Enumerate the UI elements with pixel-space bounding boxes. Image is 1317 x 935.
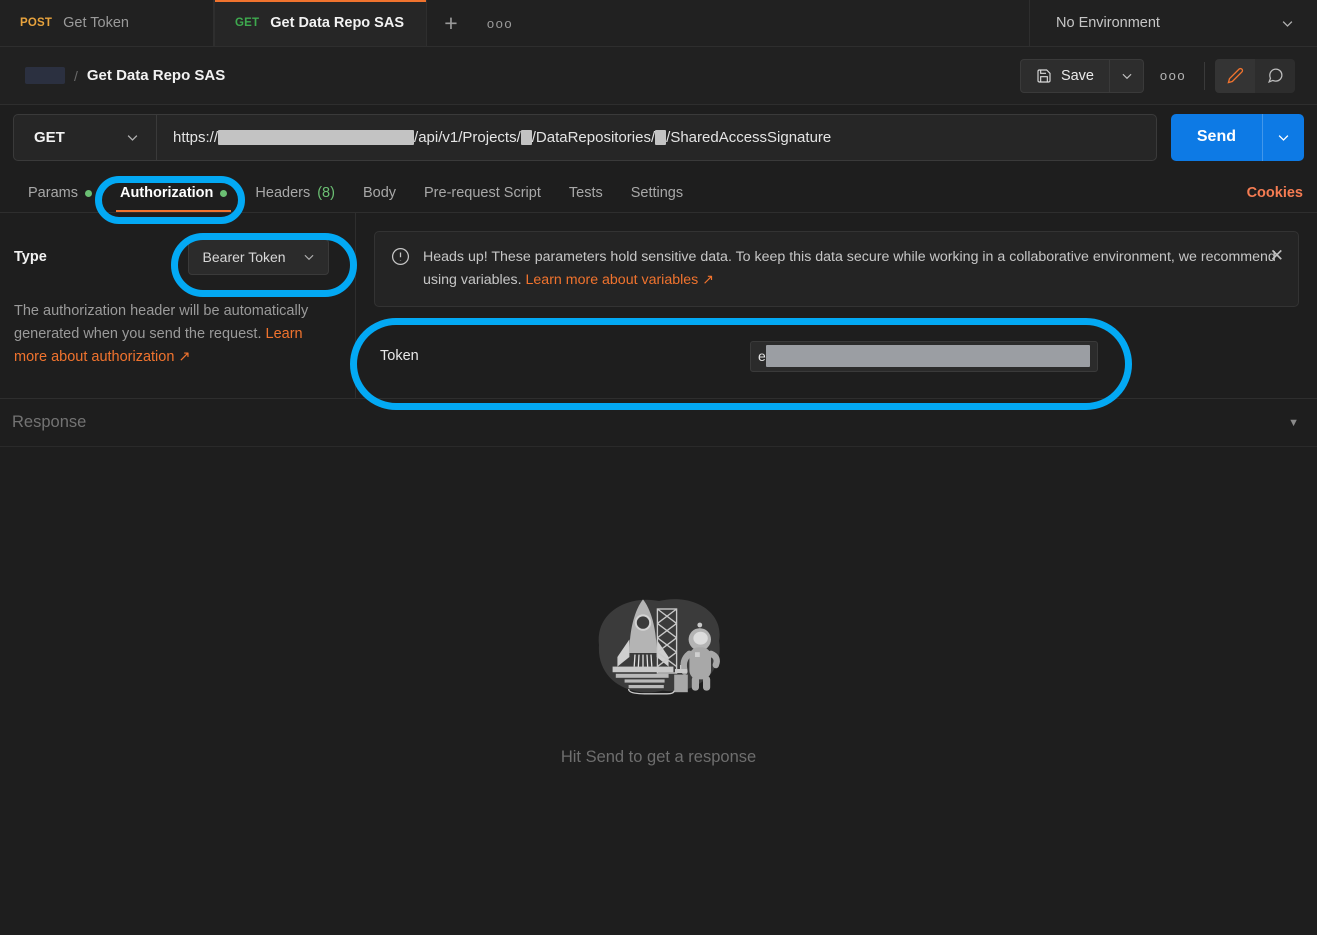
token-value-redacted [765, 345, 1090, 368]
tab-settings-label: Settings [630, 185, 684, 201]
breadcrumb-separator: / [74, 67, 78, 84]
save-options-button[interactable] [1110, 58, 1144, 93]
tab-headers[interactable]: Headers (8) [241, 185, 349, 212]
url-repo-id-redacted [655, 129, 667, 145]
authorization-details-section: Heads up! These parameters hold sensitiv… [356, 213, 1317, 398]
auth-type-value: Bearer Token [202, 249, 286, 265]
environment-selector[interactable]: No Environment [1030, 0, 1317, 46]
floppy-disk-icon [1037, 68, 1051, 83]
header-divider [1204, 61, 1205, 90]
save-button-group: Save [1019, 58, 1144, 93]
request-tabs: Params Authorization Headers (8) Body Pr… [0, 169, 1317, 213]
send-button-label: Send [1196, 128, 1236, 145]
url-text: https:// /api/v1/Projects/ /DataReposito… [173, 129, 831, 146]
http-method-label: GET [34, 128, 65, 146]
comment-icon [1267, 68, 1283, 83]
authorization-modified-dot [220, 189, 228, 197]
edit-request-button[interactable] [1215, 58, 1255, 93]
send-button[interactable]: Send [1170, 113, 1262, 161]
request-tab-get-data-repo-sas[interactable]: GET Get Data Repo SAS [214, 0, 427, 46]
sensitive-data-warning-banner: Heads up! These parameters hold sensitiv… [374, 231, 1299, 308]
response-label: Response [12, 413, 87, 431]
page-title: Get Data Repo SAS [86, 67, 226, 84]
send-button-group: Send [1170, 113, 1304, 161]
comments-button[interactable] [1255, 58, 1295, 93]
breadcrumb-collection-redacted[interactable] [25, 67, 65, 84]
url-path-3: /SharedAccessSignature [666, 128, 832, 146]
tab-pre-request-script[interactable]: Pre-request Script [410, 185, 555, 212]
header-actions: Save ooo [1019, 58, 1295, 93]
tab-body-label: Body [362, 185, 397, 201]
request-tab-get-token[interactable]: POST Get Token [0, 0, 214, 46]
breadcrumb: / Get Data Repo SAS [25, 67, 225, 84]
url-input[interactable]: https:// /api/v1/Projects/ /DataReposito… [156, 113, 1157, 161]
cookies-link[interactable]: Cookies [1247, 185, 1303, 212]
tab-body[interactable]: Body [349, 185, 410, 212]
token-value-visible: e [758, 348, 766, 365]
chevron-down-icon [1122, 73, 1131, 79]
caret-down-icon[interactable]: ▼ [1288, 417, 1299, 429]
tab-headers-count: (8) [317, 185, 335, 201]
tab-title-label: Get Data Repo SAS [270, 15, 404, 31]
url-path-2: /DataRepositories/ [531, 128, 656, 146]
response-empty-state: Hit Send to get a response [0, 447, 1317, 935]
tab-params[interactable]: Params [14, 185, 106, 212]
tab-bar: POST Get Token GET Get Data Repo SAS + o… [0, 0, 1317, 47]
url-project-id-redacted [520, 129, 532, 145]
chevron-down-icon [1282, 20, 1293, 27]
environment-label: No Environment [1056, 15, 1160, 31]
tab-tests[interactable]: Tests [555, 185, 617, 212]
http-method-selector[interactable]: GET [13, 113, 156, 161]
chevron-down-icon [127, 134, 138, 141]
auth-description: The authorization header will be automat… [14, 300, 329, 369]
auth-type-row: Type Bearer Token [14, 239, 329, 275]
learn-more-variables-link[interactable]: Learn more about variables ↗ [526, 272, 715, 288]
auth-type-dropdown[interactable]: Bearer Token [187, 239, 329, 275]
tab-method-label: GET [235, 17, 260, 29]
save-button-label: Save [1060, 67, 1094, 84]
pencil-icon [1226, 67, 1243, 84]
authorization-type-section: Type Bearer Token The authorization head… [0, 213, 356, 398]
chevron-down-icon [304, 254, 314, 261]
tab-authorization-label: Authorization [119, 185, 214, 201]
tab-title-label: Get Token [63, 15, 129, 31]
alert-circle-icon [391, 247, 410, 266]
tab-authorization[interactable]: Authorization [106, 185, 241, 212]
auth-description-text: The authorization header will be automat… [14, 303, 309, 342]
url-host-redacted [218, 129, 415, 145]
params-modified-dot [84, 189, 92, 197]
request-header: / Get Data Repo SAS Save ooo [0, 47, 1317, 105]
token-label: Token [380, 348, 419, 365]
token-field-row: Token e [374, 333, 1299, 379]
url-bar: GET https:// /api/v1/Projects/ /DataRepo… [0, 105, 1317, 169]
rocket-launch-astronaut-illustration [579, 575, 739, 720]
url-scheme: https:// [173, 128, 219, 146]
tab-headers-label: Headers [255, 185, 311, 201]
header-more-button[interactable]: ooo [1152, 59, 1194, 93]
tab-method-label: POST [20, 17, 53, 29]
tab-settings[interactable]: Settings [617, 185, 697, 212]
new-tab-button[interactable]: + [427, 0, 475, 46]
url-path-1: /api/v1/Projects/ [414, 128, 521, 146]
send-options-button[interactable] [1262, 113, 1304, 161]
authorization-panel: Type Bearer Token The authorization head… [0, 213, 1317, 399]
chevron-down-icon [1278, 134, 1289, 141]
tab-params-label: Params [28, 185, 78, 201]
tab-pre-request-script-label: Pre-request Script [424, 185, 541, 201]
tab-bar-more-button[interactable]: ooo [475, 0, 525, 46]
auth-type-label: Type [14, 249, 47, 265]
save-button[interactable]: Save [1019, 58, 1110, 93]
empty-state-message: Hit Send to get a response [560, 748, 757, 766]
close-icon[interactable]: ✕ [1270, 247, 1284, 264]
token-input[interactable]: e [750, 340, 1098, 372]
response-bar: Response ▼ [0, 399, 1317, 447]
warning-text: Heads up! These parameters hold sensitiv… [423, 246, 1282, 291]
tab-bar-filler [525, 0, 1030, 46]
rocket-illustration-svg [598, 599, 720, 695]
tab-tests-label: Tests [568, 185, 603, 201]
